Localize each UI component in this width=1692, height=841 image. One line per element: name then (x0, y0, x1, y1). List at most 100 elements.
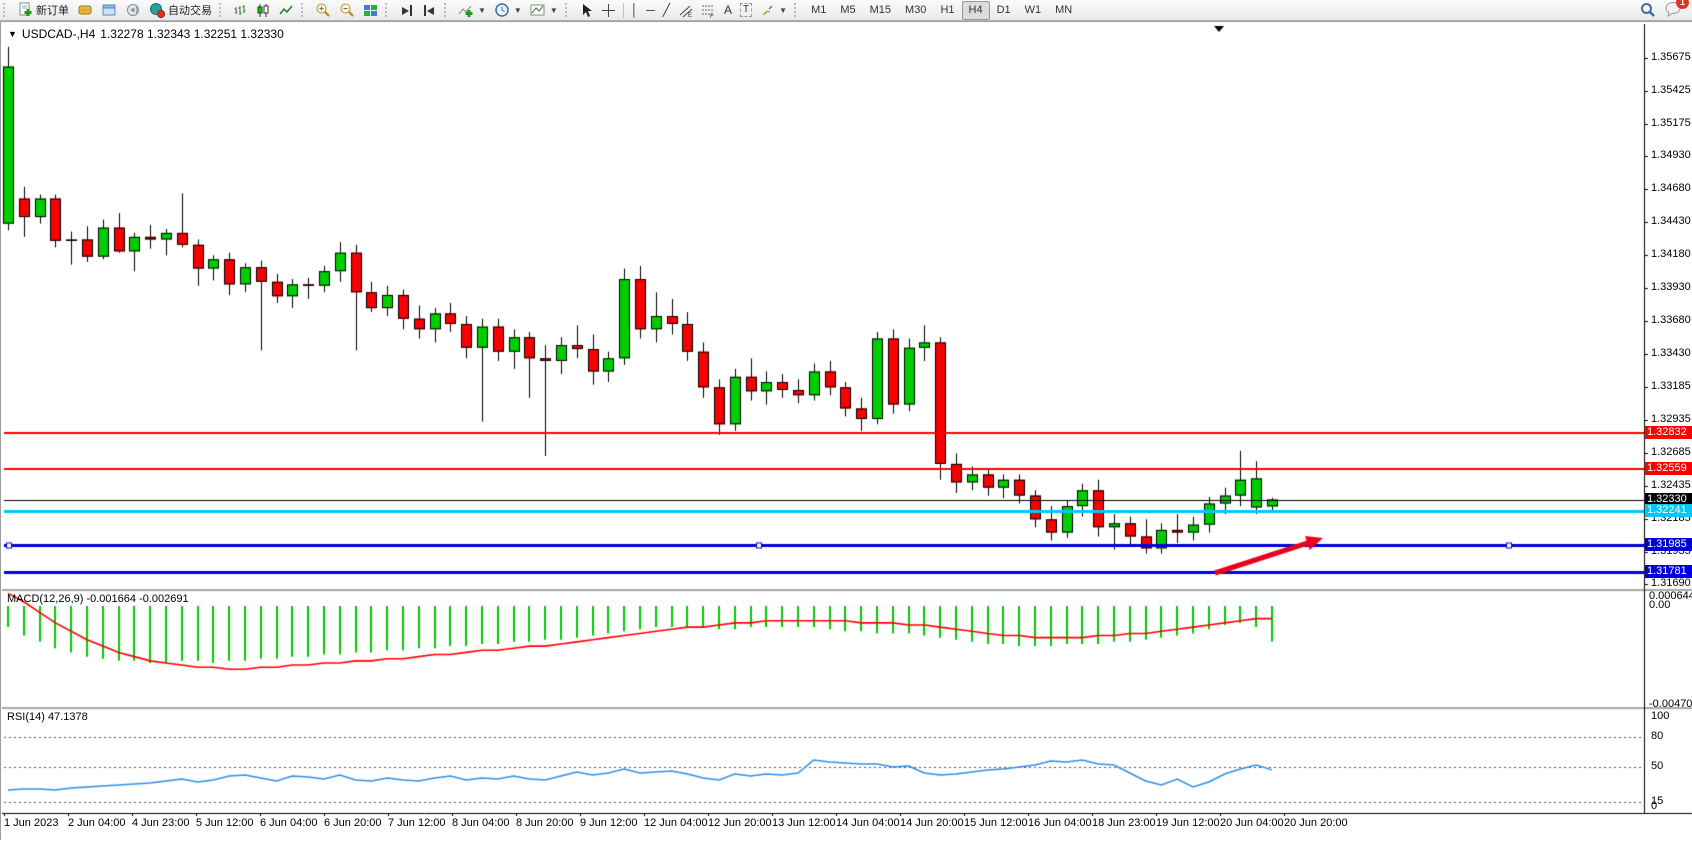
rsi-indicator-label: RSI(14) 47.1378 (7, 711, 88, 723)
trendline-button[interactable]: ╱ (659, 1, 674, 20)
arrows-icon (760, 3, 775, 18)
timeframe-D1[interactable]: D1 (990, 1, 1018, 20)
equidistant-channel-button[interactable]: E (674, 1, 697, 20)
time-axis-label: 14 Jun 04:00 (836, 817, 900, 829)
timeframe-M30[interactable]: M30 (898, 1, 933, 20)
line-chart-button[interactable] (275, 1, 298, 20)
time-axis-label: 9 Jun 12:00 (580, 817, 638, 829)
chart-shift-button[interactable] (418, 1, 441, 20)
timeframe-M1[interactable]: M1 (804, 1, 833, 20)
price-tag: 1.31781 (1645, 565, 1692, 578)
chart-ohlc-values: 1.32278 1.32343 1.32251 1.32330 (100, 27, 284, 41)
chart-title: ▼ USDCAD-,H4 1.32278 1.32343 1.32251 1.3… (8, 27, 284, 41)
candlestick-chart-icon (256, 3, 271, 18)
timeframe-M15[interactable]: M15 (863, 1, 898, 20)
indicators-icon (458, 2, 474, 18)
zoom-in-icon (315, 2, 331, 18)
zoom-out-icon (339, 2, 355, 18)
time-axis-label: 12 Jun 20:00 (708, 817, 772, 829)
price-axis-tick: 1.34180 (1651, 248, 1691, 260)
tile-windows-button[interactable] (359, 1, 382, 20)
navigator-button[interactable] (97, 1, 121, 20)
timeframe-W1[interactable]: W1 (1018, 1, 1049, 20)
price-axis-tick: 1.32685 (1651, 446, 1691, 458)
toolbar-grip (301, 3, 308, 17)
rsi-axis-tick: 50 (1651, 760, 1663, 772)
time-axis-label: 13 Jun 12:00 (772, 817, 836, 829)
fibonacci-button[interactable]: F (697, 1, 720, 20)
toolbar-grip (444, 3, 451, 17)
tile-windows-icon (363, 3, 378, 18)
zoom-in-button[interactable] (311, 1, 335, 20)
trendline-icon: ╱ (663, 4, 670, 16)
candlestick-chart-button[interactable] (252, 1, 275, 20)
chart-menu-icon[interactable]: ▼ (8, 29, 17, 39)
time-axis-label: 1 Jun 2023 (4, 817, 58, 829)
templates-button[interactable]: ▼ (526, 1, 562, 20)
search-icon[interactable] (1640, 2, 1656, 18)
timeframe-M5[interactable]: M5 (833, 1, 862, 20)
toolbar-right-group: 1 (1640, 1, 1682, 20)
time-axis-label: 14 Jun 20:00 (900, 817, 964, 829)
timeframe-H1[interactable]: H1 (933, 1, 961, 20)
text-icon: A (724, 4, 732, 16)
timeframe-group: M1M5M15M30H1H4D1W1MN (804, 1, 1079, 20)
bar-chart-button[interactable] (229, 1, 252, 20)
new-order-button[interactable]: 新订单 (13, 1, 73, 20)
indicators-caret-icon: ▼ (478, 6, 486, 15)
sound-icon (125, 2, 141, 18)
cursor-button[interactable] (575, 1, 597, 20)
text-label-button[interactable]: T (736, 1, 756, 20)
price-axis-tick: 1.33930 (1651, 281, 1691, 293)
crosshair-icon (601, 3, 616, 18)
arrows-button[interactable]: ▼ (756, 1, 791, 20)
autotrading-button[interactable]: 自动交易 (145, 1, 216, 20)
price-axis-tick: 1.31690 (1651, 577, 1691, 589)
main-toolbar: 新订单 自动交易 (0, 0, 1692, 21)
time-axis-label: 2 Jun 04:00 (68, 817, 126, 829)
sound-button[interactable] (121, 1, 145, 20)
horizontal-line-icon: ─ (646, 4, 655, 16)
horizontal-line-button[interactable]: ─ (642, 1, 659, 20)
templates-icon (530, 2, 546, 18)
text-button[interactable]: A (720, 1, 736, 20)
svg-text:F: F (710, 14, 714, 18)
equidistant-channel-icon: E (678, 3, 693, 18)
quotes-button[interactable] (73, 1, 97, 20)
price-axis-tick: 1.35425 (1651, 84, 1691, 96)
macd-axis-tick: -0.004708 (1649, 698, 1692, 710)
price-axis-tick: 1.32435 (1651, 479, 1691, 491)
fibonacci-icon: F (701, 3, 716, 18)
timeframe-MN[interactable]: MN (1048, 1, 1079, 20)
indicators-button[interactable]: ▼ (454, 1, 490, 20)
time-axis-label: 6 Jun 04:00 (260, 817, 318, 829)
vertical-line-button[interactable]: │ (627, 1, 643, 20)
bar-chart-icon (233, 3, 248, 18)
price-chart-canvas[interactable] (1, 22, 1692, 841)
auto-scroll-button[interactable] (395, 1, 418, 20)
time-axis-label: 15 Jun 12:00 (964, 817, 1028, 829)
chart-symbol-period: USDCAD-,H4 (22, 27, 95, 41)
toolbar-grip (3, 3, 10, 17)
timeframe-H4[interactable]: H4 (962, 1, 990, 20)
zoom-out-button[interactable] (335, 1, 359, 20)
crosshair-button[interactable] (597, 1, 620, 20)
toolbar-grip (385, 3, 392, 17)
price-axis-tick: 1.34930 (1651, 149, 1691, 161)
line-chart-icon (279, 3, 294, 18)
text-label-icon: T (740, 3, 752, 17)
auto-scroll-icon (399, 3, 414, 18)
cursor-icon (579, 3, 593, 18)
new-order-label: 新订单 (36, 2, 69, 18)
svg-text:E: E (688, 13, 692, 18)
toolbar-grip (794, 3, 801, 17)
price-tag: 1.32832 (1645, 426, 1692, 439)
notifications-button[interactable]: 1 (1664, 1, 1682, 20)
chart-window: ▼ USDCAD-,H4 1.32278 1.32343 1.32251 1.3… (0, 21, 1692, 840)
periods-button[interactable]: ▼ (490, 1, 526, 20)
time-axis-label: 19 Jun 12:00 (1156, 817, 1220, 829)
time-axis-label: 20 Jun 20:00 (1284, 817, 1348, 829)
toolbar-grip (565, 3, 572, 17)
macd-axis-tick: 0.00 (1649, 599, 1670, 611)
toolbar-separator (623, 3, 624, 18)
